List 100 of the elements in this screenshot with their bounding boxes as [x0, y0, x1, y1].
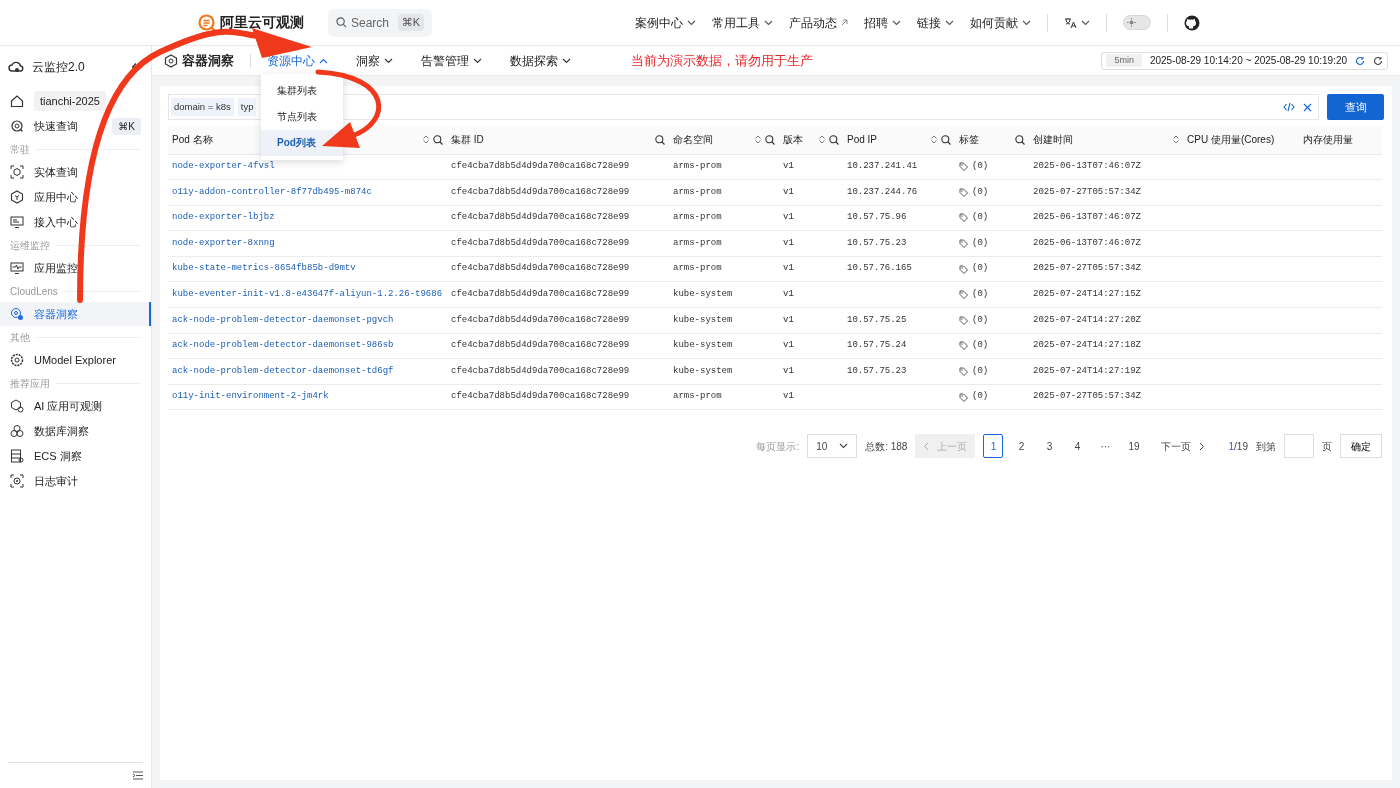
search-icon[interactable] — [433, 134, 443, 145]
search-icon[interactable] — [765, 134, 775, 145]
table-cell: cfe4cba7d8b5d4d9da700ca168c728e99 — [451, 186, 630, 197]
column-header[interactable]: 集群 ID — [451, 132, 484, 148]
pod-name-link[interactable]: ack-node-problem-detector-daemonset-986sb — [172, 340, 394, 351]
search-field[interactable]: Search ⌘K — [328, 8, 432, 37]
sort-icon[interactable] — [755, 135, 761, 145]
table-cell: kube-system — [673, 340, 733, 351]
table-cell: 2025-06-13T07:46:07Z — [1033, 237, 1142, 248]
column-header[interactable]: Pod 名称 — [172, 132, 213, 148]
sidebar-item[interactable]: UModel Explorer — [0, 348, 151, 372]
header-menu[interactable]: 洞察 — [356, 51, 393, 70]
section-label: CloudLens — [10, 284, 58, 299]
query-button[interactable]: 查询 — [1327, 94, 1384, 120]
nav-menu[interactable]: 链接 — [917, 13, 954, 32]
tag-icon — [959, 239, 968, 249]
table-cell: v1 — [783, 186, 794, 197]
sidebar-item[interactable]: 快速查询 ⌘K — [0, 114, 151, 138]
pod-name-link[interactable]: node-exporter-8xnng — [172, 237, 275, 248]
cloud-icon — [8, 60, 24, 74]
filter-tag[interactable]: domain = k8s — [171, 97, 234, 117]
workspace-selector[interactable]: tianchi-2025 — [0, 89, 151, 113]
pod-name-link[interactable]: node-exporter-lbjbz — [172, 212, 275, 223]
sidebar-item[interactable]: AI 应用可观测 — [0, 394, 151, 418]
page-input[interactable] — [1284, 434, 1314, 459]
nav-menu[interactable]: 招聘 — [864, 13, 901, 32]
refresh-icon[interactable] — [1373, 55, 1383, 66]
sort-icon[interactable] — [931, 135, 937, 145]
pod-name-link[interactable]: kube-eventer-init-v1.8-e43647f-aliyun-1.2.26-t9686 — [172, 289, 443, 299]
table-cell: cfe4cba7d8b5d4d9da700ca168c728e99 — [451, 237, 630, 248]
table-cell: 10.237.244.76 — [847, 186, 918, 197]
page-number[interactable]: 1 — [983, 434, 1004, 459]
column-header[interactable]: Pod IP — [847, 132, 878, 148]
sidebar-title: 云监控2.0 — [32, 59, 85, 76]
sidebar-item[interactable]: 应用中心 — [0, 185, 151, 209]
page-number[interactable]: 19 — [1123, 434, 1145, 459]
table-cell: 10.237.241.41 — [847, 161, 918, 172]
tag-icon — [959, 341, 968, 351]
pod-name-link[interactable]: ack-node-problem-detector-daemonset-td6gf — [172, 365, 394, 376]
time-range-picker[interactable]: 5min 2025-08-29 10:14:20 ~ 2025-08-29 10:19:20 — [1101, 51, 1388, 70]
circles-icon — [10, 424, 24, 438]
column-header[interactable]: 标签 — [959, 132, 979, 148]
search-icon — [336, 17, 347, 28]
label-count: (0) — [972, 160, 989, 174]
nav-menu[interactable]: 常用工具 — [712, 13, 773, 32]
sidebar-item[interactable]: 实体查询 — [0, 160, 151, 184]
search-icon[interactable] — [655, 134, 665, 145]
sort-icon[interactable] — [423, 135, 429, 145]
refresh-settings-icon[interactable] — [1355, 55, 1365, 66]
column-header[interactable]: 版本 — [783, 132, 803, 148]
tag-icon — [959, 290, 968, 300]
nav-menu[interactable]: 如何贡献 — [970, 13, 1031, 32]
table-cell: arms-prom — [673, 186, 722, 197]
code-icon[interactable] — [1283, 102, 1295, 112]
pod-name-link[interactable]: o11y-init-environment-2-jm4rk — [172, 391, 329, 402]
sidebar-item[interactable]: 数据库洞察 — [0, 419, 151, 443]
close-icon[interactable] — [1303, 102, 1312, 112]
brand-name[interactable]: 阿里云可观测 — [220, 12, 304, 33]
label-count: (0) — [972, 313, 989, 327]
sidebar-item[interactable]: 容器洞察 — [0, 302, 151, 326]
search-icon[interactable] — [941, 134, 951, 145]
search-icon[interactable] — [1015, 134, 1025, 145]
header-menu[interactable]: 数据探索 — [510, 51, 571, 70]
server-icon — [10, 449, 24, 463]
nav-menu[interactable]: 产品动态 — [789, 13, 848, 32]
filter-tag[interactable]: typ — [237, 97, 257, 117]
section-label: 常驻 — [10, 142, 30, 157]
header-menu[interactable]: 告警管理 — [421, 51, 482, 70]
page-number[interactable]: 4 — [1067, 434, 1088, 459]
page-number[interactable]: ··· — [1095, 434, 1116, 459]
table-cell: arms-prom — [673, 391, 722, 402]
confirm-button[interactable]: 确定 — [1340, 434, 1382, 459]
pod-name-link[interactable]: node-exporter-4fvsl — [172, 161, 275, 172]
page-number[interactable]: 2 — [1011, 434, 1032, 459]
nav-menu[interactable]: 案例中心 — [635, 13, 696, 32]
page-number[interactable]: 3 — [1039, 434, 1060, 459]
translate-icon[interactable] — [1064, 16, 1077, 29]
table-cell: 2025-06-13T07:46:07Z — [1033, 161, 1142, 172]
next-page-button[interactable]: 下一页 — [1152, 434, 1213, 459]
total-count: 总数: 188 — [865, 439, 908, 454]
pod-name-link[interactable]: kube-state-metrics-8654fb85b-d9mtv — [172, 263, 356, 274]
sidebar-item[interactable]: 日志审计 — [0, 469, 151, 493]
pod-name-link[interactable]: o11y-addon-controller-8f77db495-m874c — [172, 186, 372, 197]
github-icon[interactable] — [1184, 14, 1200, 31]
column-header[interactable]: 创建时间 — [1033, 132, 1073, 148]
tag-icon — [959, 162, 968, 172]
theme-toggle[interactable] — [1123, 15, 1151, 30]
sidebar-item[interactable]: ECS 洞察 — [0, 444, 151, 468]
dropdown-item[interactable]: Pod列表 — [261, 129, 343, 156]
hexagon-icon — [10, 190, 24, 204]
table-cell: v1 — [783, 237, 794, 248]
sort-icon[interactable] — [819, 135, 825, 145]
table-cell: 2025-07-27T05:57:34Z — [1033, 263, 1142, 274]
sidebar-item[interactable]: 接入中心 — [0, 210, 151, 234]
search-icon[interactable] — [829, 134, 839, 145]
pod-name-link[interactable]: ack-node-problem-detector-daemonset-pgvch — [172, 314, 394, 325]
page-size-select[interactable]: 10 — [807, 434, 858, 459]
collapse-icon[interactable] — [133, 771, 143, 780]
sidebar-item[interactable]: 应用监控 — [0, 256, 151, 280]
sort-icon[interactable] — [1173, 135, 1179, 145]
